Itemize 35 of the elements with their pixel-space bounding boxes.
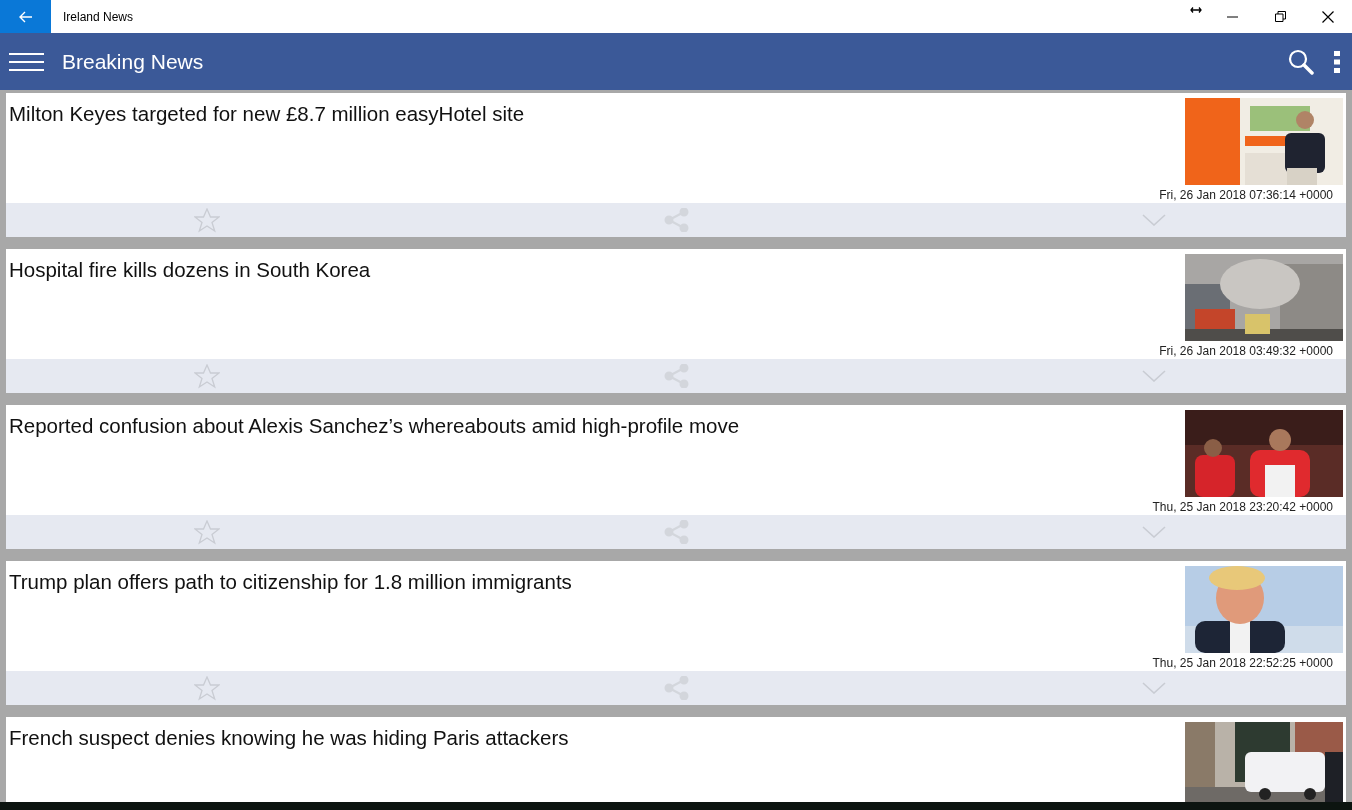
star-button[interactable]: [194, 675, 220, 701]
headline[interactable]: Hospital fire kills dozens in South Korea: [9, 258, 371, 281]
headline[interactable]: Reported confusion about Alexis Sanchez’s whereabouts amid high-profile move: [9, 414, 740, 437]
menu-button[interactable]: [9, 51, 44, 72]
page-title: Breaking News: [62, 48, 204, 75]
headline[interactable]: Trump plan offers path to citizenship for 1.8 million immigrants: [9, 570, 572, 593]
expand-button[interactable]: [1142, 214, 1166, 226]
search-icon: [1288, 48, 1314, 75]
chevron-down-icon: [1142, 214, 1166, 226]
date-text: Fri, 26 Jan 2018 07:36:14 +0000: [1159, 187, 1333, 204]
window-title: Ireland News: [63, 8, 134, 26]
more-options-icon: [1334, 50, 1340, 73]
restore-icon: [1274, 11, 1286, 22]
date-text: Fri, 26 Jan 2018 03:49:32 +0000: [1159, 343, 1333, 360]
chevron-down-icon: [1142, 526, 1166, 538]
expand-button[interactable]: [1142, 682, 1166, 694]
search-button[interactable]: [1288, 48, 1314, 75]
headline[interactable]: French suspect denies knowing he was hiding Paris attackers: [9, 726, 569, 749]
chevron-down-icon: [1142, 682, 1166, 694]
date-text: Thu, 25 Jan 2018 23:20:42 +0000: [1152, 499, 1333, 516]
menu-icon: [9, 51, 44, 72]
expand-button[interactable]: [1142, 370, 1166, 382]
star-button[interactable]: [194, 519, 220, 545]
star-button[interactable]: [194, 207, 220, 233]
expand-button[interactable]: [1142, 526, 1166, 538]
date-text: Thu, 25 Jan 2018 22:52:25 +0000: [1152, 655, 1333, 672]
back-button[interactable]: [0, 0, 51, 33]
more-button[interactable]: [1334, 50, 1340, 73]
back-arrow-icon: [18, 10, 33, 23]
headline[interactable]: Milton Keyes targeted for new £8.7 million easyHotel site: [9, 102, 525, 125]
resize-arrows-icon: [1190, 6, 1202, 14]
minimize-icon: [1226, 15, 1238, 18]
chevron-down-icon: [1142, 370, 1166, 382]
close-icon: [1322, 10, 1334, 23]
star-button[interactable]: [194, 363, 220, 389]
